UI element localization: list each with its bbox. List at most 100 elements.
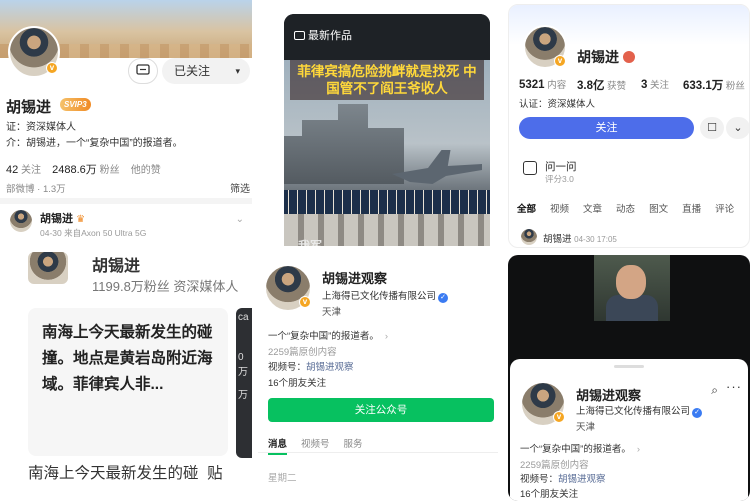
- all-weibo-count[interactable]: 部微博 · 1.3万: [6, 181, 66, 195]
- message-icon[interactable]: ☐: [700, 117, 724, 139]
- description-text: 一个“复杂中国”的报道者。: [520, 444, 631, 455]
- bio-line: 介：胡锡进，一个“复杂中国”的报道者。: [6, 138, 183, 149]
- tab-video-channel[interactable]: 视频号: [301, 439, 330, 450]
- profile-name-text: 胡锡进: [577, 49, 619, 65]
- video-icon: [294, 31, 305, 40]
- question-icon: [523, 161, 537, 175]
- video-channel-prefix: 视频号：: [520, 474, 559, 485]
- post-author[interactable]: 胡锡进 ♛: [40, 210, 85, 226]
- divider: [258, 452, 498, 453]
- post-card-text: 南海上今天最新发生的碰撞。地点是黄岩岛附近海域。菲律宾人非...: [42, 324, 213, 393]
- wechat-account-panel: v 胡锡进观察 上海得已文化传播有限公司 ✓ 天津 一个“复杂中国”的报道者。 › …: [258, 256, 498, 501]
- auth-line: 证：资深媒体人: [6, 122, 76, 133]
- avatar[interactable]: v: [8, 26, 60, 78]
- douyin-profile-panel: v 胡锡进 5321 内容 3.8亿 获赞 3 关注 633.1万 粉丝 认证：…: [508, 4, 750, 248]
- message-button[interactable]: [128, 58, 158, 84]
- ask-title[interactable]: 问一问: [545, 159, 577, 174]
- stat-value: 3: [641, 79, 648, 91]
- ask-rating: 评分3.0: [545, 174, 574, 184]
- verified-badge-icon: v: [553, 411, 565, 423]
- tab-services[interactable]: 服务: [344, 439, 363, 450]
- video-channel-prefix: 视频号：: [268, 362, 307, 373]
- stat-label: 关注: [650, 80, 670, 91]
- tab-article[interactable]: 文章: [583, 204, 602, 215]
- person-face: [616, 265, 646, 299]
- description[interactable]: 一个“复杂中国”的报道者。 ›: [268, 328, 388, 342]
- latest-works-label: 最新作品: [294, 27, 352, 43]
- tab-live[interactable]: 直播: [682, 204, 701, 215]
- tab-comment[interactable]: 评论: [715, 204, 734, 215]
- video-subtitle: 我军...: [298, 239, 333, 246]
- friends-following[interactable]: 16个朋友关注: [520, 486, 578, 500]
- certified-check-icon: ✓: [692, 408, 703, 418]
- stat-label: 粉丝: [725, 81, 745, 92]
- divider: [0, 198, 252, 204]
- article-count: 2259篇原创内容: [268, 347, 337, 358]
- stat-label: 内容: [547, 80, 567, 91]
- stat-label: 获赞: [607, 81, 627, 92]
- description[interactable]: 一个“复杂中国”的报道者。 ›: [520, 441, 640, 455]
- edge-text: 贴: [207, 465, 223, 482]
- screenshot-collage: v 已关注 ▾ 胡锡进 SVIP3 证：资深媒体人 介：胡锡进，一个“复杂中国”的…: [0, 0, 753, 501]
- following-count[interactable]: 42: [6, 164, 18, 176]
- edge-text: 万: [238, 390, 248, 401]
- video-popup-panel: v 胡锡进观察 上海得已文化传播有限公司 ✓ 天津 ⌕ ··· 一个“复杂中国”的…: [508, 255, 750, 501]
- content-tabs: 全部 视频 文章 动态 图文 直播 评论: [517, 201, 748, 215]
- video-caption: 菲律宾搞危险挑衅就是找死 中国管不了阎王爷收人: [290, 60, 484, 100]
- stat-following[interactable]: 3 关注: [641, 77, 669, 91]
- post-time: 04-30 17:05: [574, 235, 617, 244]
- fans-count[interactable]: 2488.6万: [52, 164, 97, 176]
- avatar[interactable]: [26, 252, 70, 286]
- description-text: 一个“复杂中国”的报道者。: [268, 331, 379, 342]
- verified-badge-icon: v: [46, 62, 58, 74]
- chevron-right-icon: ›: [384, 331, 388, 342]
- avatar[interactable]: v: [520, 381, 566, 427]
- company-line: 上海得已文化传播有限公司 ✓: [322, 288, 449, 303]
- chevron-down-icon: ▾: [235, 66, 240, 76]
- profile-name: 胡锡进: [6, 99, 52, 116]
- tab-activity[interactable]: 动态: [616, 204, 635, 215]
- article-count: 2259篇原创内容: [520, 460, 589, 471]
- post-body-text: 南海上今天最新发生的碰 贴: [28, 462, 252, 486]
- stat-contents[interactable]: 5321 内容: [519, 77, 566, 91]
- tab-video[interactable]: 视频: [550, 204, 569, 215]
- crew-rows: [284, 190, 490, 214]
- post-card[interactable]: 南海上今天最新发生的碰撞。地点是黄岩岛附近海域。菲律宾人非...: [28, 308, 228, 456]
- day-label: 星期二: [268, 473, 297, 484]
- verified-badge-icon: v: [554, 55, 566, 67]
- edge-text: ca: [238, 312, 249, 323]
- tab-graphic[interactable]: 图文: [649, 204, 668, 215]
- auth-line: 认证：资深媒体人: [519, 99, 596, 110]
- video-thumbnail[interactable]: [594, 255, 670, 321]
- video-channel-link[interactable]: 胡锡进观察: [306, 362, 354, 373]
- stat-value: 3.8亿: [577, 80, 605, 92]
- city-label: 天津: [322, 307, 342, 318]
- post-avatar[interactable]: [8, 208, 34, 234]
- chevron-down-icon[interactable]: ⌄: [236, 214, 244, 225]
- post-meta: 04-30 来自Axon 50 Ultra 5G: [40, 228, 147, 238]
- avatar[interactable]: v: [523, 25, 567, 69]
- more-icon[interactable]: ···: [726, 379, 742, 394]
- follow-state-button[interactable]: 已关注 ▾: [162, 58, 250, 84]
- post-avatar[interactable]: [519, 227, 539, 247]
- tab-all[interactable]: 全部: [517, 204, 536, 215]
- chevron-down-icon[interactable]: ⌄: [726, 117, 749, 139]
- stat-fans[interactable]: 633.1万 粉丝: [683, 77, 745, 93]
- crown-icon: ♛: [76, 214, 86, 225]
- stat-likes[interactable]: 3.8亿 获赞: [577, 77, 626, 93]
- message-icon: [136, 64, 150, 75]
- video-still-panel[interactable]: 最新作品 菲律宾搞危险挑衅就是找死 中国管不了阎王爷收人 我军...: [284, 14, 490, 246]
- stat-value: 5321: [519, 79, 545, 91]
- search-icon[interactable]: ⌕: [711, 383, 718, 398]
- chevron-right-icon: ›: [636, 444, 640, 455]
- avatar[interactable]: v: [264, 264, 312, 312]
- video-channel-link[interactable]: 胡锡进观察: [558, 474, 606, 485]
- likes-label[interactable]: 他的赞: [131, 165, 161, 176]
- edge-text: 0万: [238, 352, 248, 378]
- follow-button[interactable]: 关注: [519, 117, 694, 139]
- stat-value: 633.1万: [683, 80, 724, 92]
- follow-account-button[interactable]: 关注公众号: [268, 398, 494, 422]
- drag-handle[interactable]: [614, 365, 644, 368]
- friends-following[interactable]: 16个朋友关注: [268, 375, 326, 389]
- filter-button[interactable]: 筛选: [230, 180, 250, 195]
